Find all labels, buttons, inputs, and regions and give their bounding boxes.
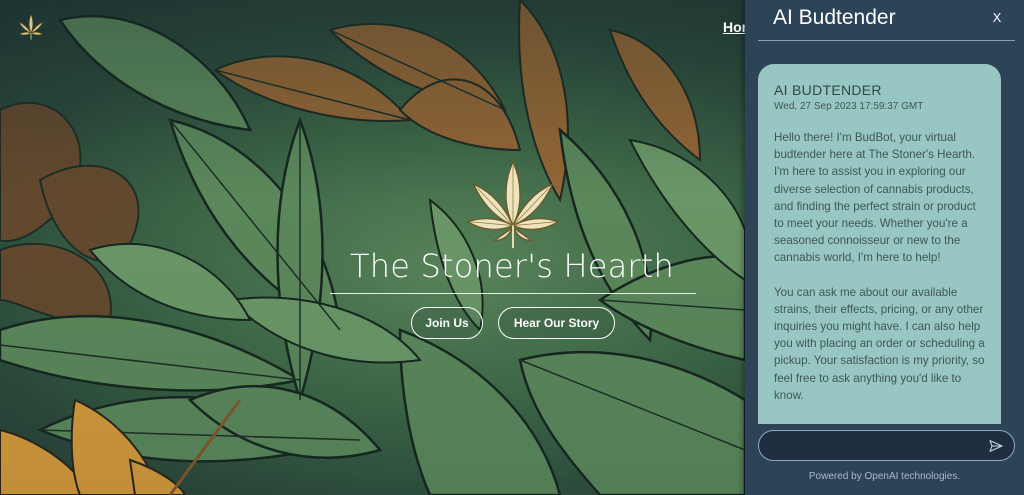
- message-body: Hello there! I'm BudBot, your virtual bu…: [774, 129, 986, 404]
- hear-our-story-button[interactable]: Hear Our Story: [498, 307, 615, 339]
- message-sender: AI BUDTENDER: [774, 82, 882, 98]
- powered-by-footer: Powered by OpenAI technologies.: [808, 471, 961, 482]
- message-timestamp: Wed, 27 Sep 2023 17:59:37 GMT: [774, 101, 924, 112]
- site-title: The Stoner's Hearth: [349, 247, 675, 285]
- cannabis-leaf-icon[interactable]: [16, 12, 46, 42]
- message-paragraph: You can ask me about our available strai…: [774, 285, 985, 402]
- chat-input[interactable]: [758, 430, 1015, 461]
- message-paragraph: Hello there! I'm BudBot, your virtual bu…: [774, 131, 976, 265]
- join-us-button[interactable]: Join Us: [411, 307, 483, 339]
- chat-panel: AI Budtender X AI BUDTENDER Wed, 27 Sep …: [745, 0, 1024, 495]
- chat-title: AI Budtender: [773, 6, 896, 29]
- close-button[interactable]: X: [991, 10, 1003, 25]
- send-icon[interactable]: [988, 438, 1004, 454]
- title-divider: [330, 293, 696, 294]
- cannabis-leaf-icon: [466, 160, 560, 249]
- chat-header-divider: [758, 40, 1015, 41]
- chat-message: AI BUDTENDER Wed, 27 Sep 2023 17:59:37 G…: [758, 64, 1001, 424]
